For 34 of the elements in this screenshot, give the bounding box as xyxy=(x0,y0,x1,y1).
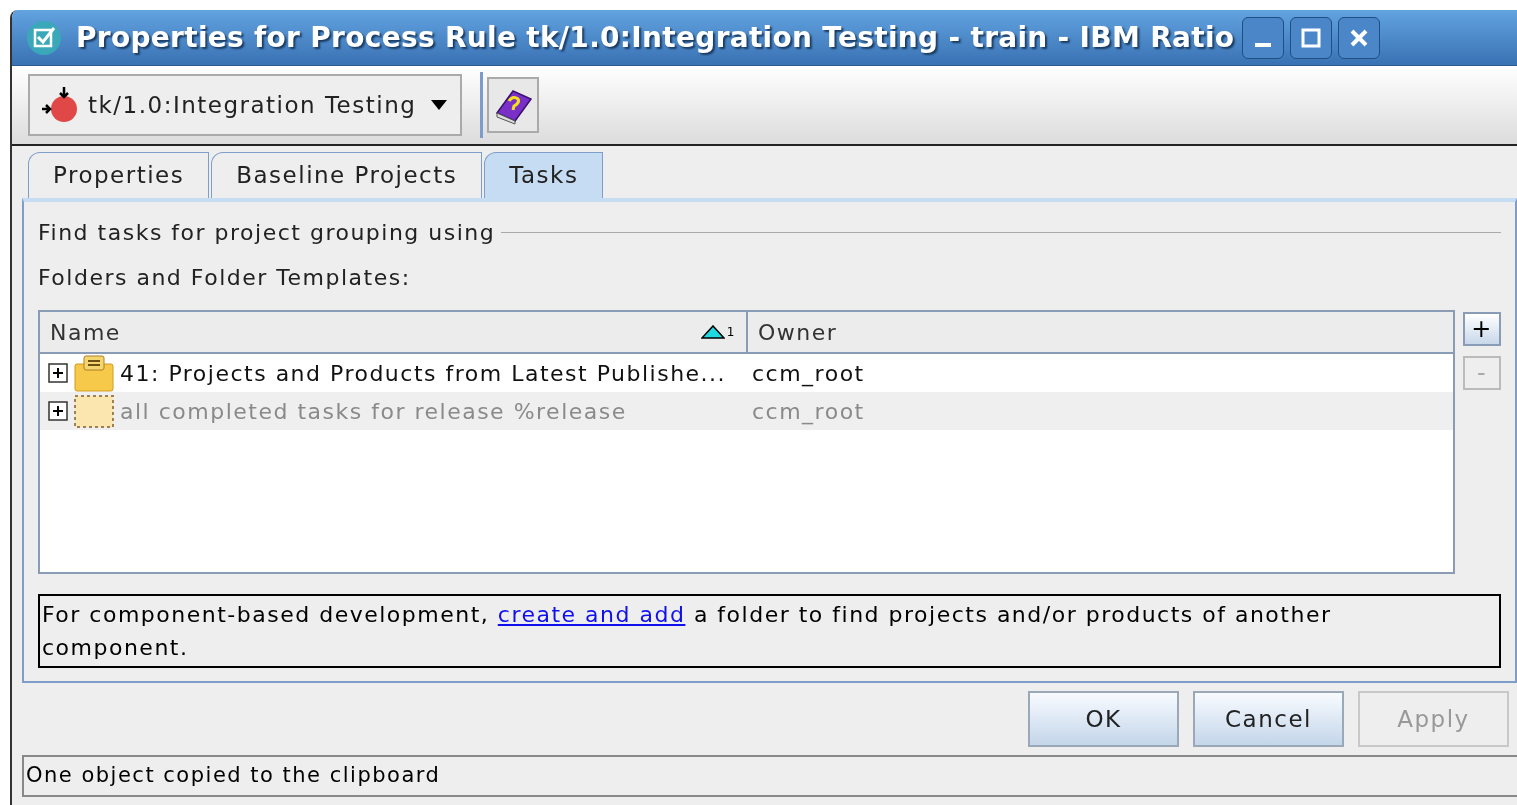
table-cell-text: ccm_root xyxy=(751,359,865,389)
add-button[interactable]: + xyxy=(1463,312,1501,346)
column-header[interactable]: Name 1 xyxy=(40,312,748,352)
dialog-button[interactable]: OK xyxy=(1028,691,1179,747)
sort-order: 1 xyxy=(726,324,736,341)
process-rule-icon xyxy=(40,85,80,125)
expand-toggle[interactable] xyxy=(48,363,68,383)
close-icon xyxy=(1349,27,1370,48)
tab[interactable]: Baseline Projects xyxy=(211,152,483,198)
hint-text: For component-based development, create and add a folder to find projects and/or products of another component. xyxy=(38,594,1501,668)
folder-icon xyxy=(74,354,114,392)
create-and-add-link[interactable]: create and add xyxy=(497,602,686,627)
close-button[interactable] xyxy=(1338,16,1381,59)
table-cell-text: 41: Projects and Products from Latest Publishe... xyxy=(120,359,727,388)
caret-icon xyxy=(430,99,449,111)
list-label: Folders and Folder Templates: xyxy=(38,264,412,292)
minimize-icon xyxy=(1255,42,1272,47)
status-text: One object copied to the clipboard xyxy=(26,762,441,790)
tab[interactable]: Tasks xyxy=(484,152,604,198)
checkbox-icon xyxy=(26,19,62,56)
rule-selector[interactable]: tk/1.0:Integration Testing xyxy=(28,74,462,136)
table-cell-text: all completed tasks for release %release xyxy=(120,397,627,426)
tab[interactable]: Properties xyxy=(28,152,210,198)
window-title: Properties for Process Rule tk/1.0:Integration Testing - train - IBM Ratio xyxy=(76,19,1235,56)
dialog-button[interactable]: Cancel xyxy=(1193,691,1344,747)
maximize-button[interactable] xyxy=(1290,16,1333,59)
table-cell-text: ccm_root xyxy=(751,397,865,427)
minimize-button[interactable] xyxy=(1242,16,1285,59)
maximize-icon xyxy=(1301,27,1322,48)
column-header[interactable]: Owner xyxy=(748,312,1453,352)
sort-ascending-icon xyxy=(700,325,725,339)
help-button[interactable] xyxy=(487,77,539,133)
group-title: Find tasks for project grouping using xyxy=(38,219,496,247)
dotted-folder-icon xyxy=(74,394,114,428)
